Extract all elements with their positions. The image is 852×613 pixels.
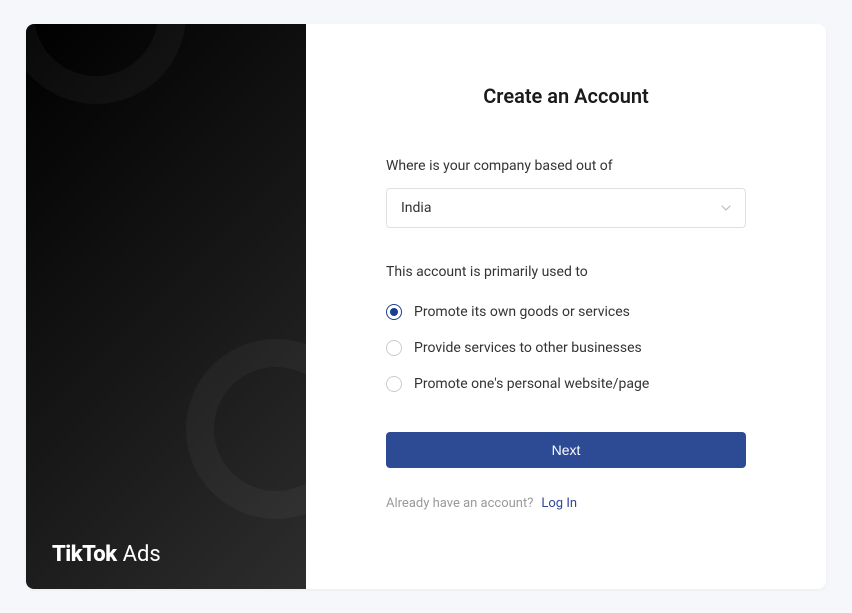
company-location-select[interactable]: India [386,188,746,228]
company-location-value: India [401,200,431,216]
login-link[interactable]: Log In [541,496,577,511]
radio-button [386,376,402,392]
radio-option-promote-own[interactable]: Promote its own goods or services [386,294,746,330]
login-prompt: Already have an account? [386,496,533,511]
logo: TikTok Ads [52,542,161,567]
chevron-down-icon [721,203,731,213]
radio-label: Provide services to other businesses [414,340,642,356]
radio-option-provide-services[interactable]: Provide services to other businesses [386,330,746,366]
signup-card: TikTok Ads Create an Account Where is yo… [26,24,826,589]
page-title: Create an Account [386,84,746,108]
radio-label: Promote one's personal website/page [414,376,649,392]
logo-primary: TikTok [52,542,117,567]
radio-label: Promote its own goods or services [414,304,630,320]
login-row: Already have an account? Log In [386,496,746,511]
account-usage-label: This account is primarily used to [386,264,746,280]
account-usage-radio-group: Promote its own goods or services Provid… [386,294,746,402]
radio-option-promote-personal[interactable]: Promote one's personal website/page [386,366,746,402]
company-location-label: Where is your company based out of [386,158,746,174]
next-button[interactable]: Next [386,432,746,468]
radio-button [386,340,402,356]
form-panel: Create an Account Where is your company … [306,24,826,589]
company-location-select-wrapper: India [386,188,746,228]
decorative-circle-top [26,24,186,104]
radio-button [386,304,402,320]
logo-secondary: Ads [123,542,161,567]
brand-panel: TikTok Ads [26,24,306,589]
decorative-circle-bottom [186,339,306,519]
